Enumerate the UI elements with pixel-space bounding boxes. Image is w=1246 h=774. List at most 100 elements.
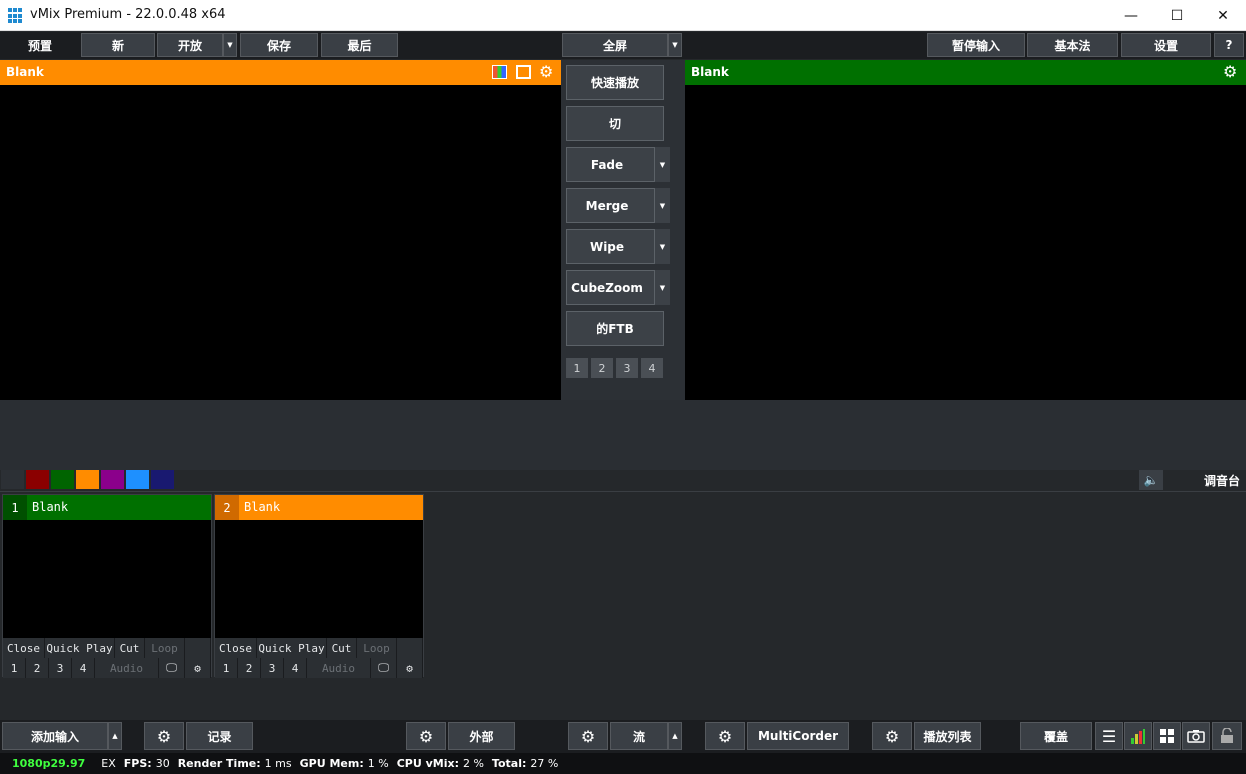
preview-pane-header: Blank ⚙ <box>0 60 561 85</box>
overlay-1-button[interactable]: 1 <box>215 658 238 678</box>
overlay-2-button[interactable]: 2 <box>238 658 261 678</box>
output-pane-header: Blank ⚙ <box>685 60 1246 85</box>
audio-mixer-button[interactable]: 调音台 <box>1164 470 1244 490</box>
output-video[interactable] <box>685 85 1246 400</box>
color-correction-icon[interactable] <box>492 65 507 79</box>
loop-input-button[interactable]: Loop <box>145 638 185 658</box>
settings-button[interactable]: 设置 <box>1121 33 1211 57</box>
add-input-dropdown-arrow[interactable]: ▲ <box>108 722 122 750</box>
transition-number-1[interactable]: 1 <box>566 358 588 378</box>
status-bar: 1080p29.97 EX FPS: 30 Render Time: 1 ms … <box>0 753 1246 774</box>
input-overlays: 1 2 3 4 Audio 🖵 ⚙ <box>215 658 423 678</box>
chevron-down-icon[interactable]: ▼ <box>654 188 670 223</box>
transition-number-3[interactable]: 3 <box>616 358 638 378</box>
new-button[interactable]: 新 <box>81 33 155 57</box>
maximize-button[interactable]: ☐ <box>1154 0 1200 31</box>
input-tile[interactable]: 2 Blank Close Quick Play Cut Loop 1 2 3 … <box>214 494 424 678</box>
overlay-button[interactable]: 覆盖 <box>1020 722 1092 750</box>
chevron-down-icon[interactable]: ▼ <box>654 229 670 264</box>
overlay-3-button[interactable]: 3 <box>49 658 72 678</box>
transition-number-2[interactable]: 2 <box>591 358 613 378</box>
cut-input-button[interactable]: Cut <box>327 638 357 658</box>
multicorder-button[interactable]: MultiCorder <box>747 722 849 750</box>
close-input-button[interactable]: Close <box>215 638 257 658</box>
color-swatch-purple[interactable] <box>101 470 124 489</box>
transition-cubezoom-button[interactable]: CubeZoom ▼ <box>566 270 670 305</box>
record-button[interactable]: 记录 <box>186 722 253 750</box>
input-header: 2 Blank <box>215 495 423 520</box>
transition-merge-button[interactable]: Merge ▼ <box>566 188 670 223</box>
preview-settings-gear-icon[interactable]: ⚙ <box>539 62 553 81</box>
transition-fade-label: Fade <box>590 157 624 172</box>
render-time-value: 1 ms <box>264 757 292 770</box>
lock-icon[interactable] <box>1212 722 1242 750</box>
transition-fade-button[interactable]: Fade ▼ <box>566 147 670 182</box>
fullscreen-dropdown-arrow[interactable]: ▼ <box>668 33 682 57</box>
speaker-icon[interactable]: 🔈 <box>1139 470 1163 490</box>
save-button[interactable]: 保存 <box>240 33 318 57</box>
external-settings-gear-icon[interactable]: ⚙ <box>406 722 446 750</box>
list-view-icon[interactable]: ☰ <box>1095 722 1123 750</box>
audio-levels-icon[interactable] <box>1124 722 1152 750</box>
stream-button[interactable]: 流 <box>610 722 668 750</box>
overlay-2-button[interactable]: 2 <box>26 658 49 678</box>
close-input-button[interactable]: Close <box>3 638 45 658</box>
cut-button[interactable]: 切 <box>566 106 664 141</box>
quick-play-input-button[interactable]: Quick Play <box>45 638 115 658</box>
overlay-3-button[interactable]: 3 <box>261 658 284 678</box>
close-button[interactable]: ✕ <box>1200 0 1246 31</box>
quick-play-input-button[interactable]: Quick Play <box>257 638 327 658</box>
input-settings-gear-icon[interactable]: ⚙ <box>397 658 423 678</box>
external-button[interactable]: 外部 <box>448 722 515 750</box>
ex-indicator: EX <box>101 757 116 770</box>
multiview-grid-icon[interactable] <box>1153 722 1181 750</box>
overlay-4-button[interactable]: 4 <box>72 658 95 678</box>
multicorder-settings-gear-icon[interactable]: ⚙ <box>705 722 745 750</box>
pause-input-button[interactable]: 暂停输入 <box>927 33 1025 57</box>
frame-icon[interactable] <box>516 65 531 79</box>
monitor-icon[interactable]: 🖵 <box>159 658 185 678</box>
monitor-icon[interactable]: 🖵 <box>371 658 397 678</box>
overlay-4-button[interactable]: 4 <box>284 658 307 678</box>
audio-button[interactable]: Audio <box>307 658 371 678</box>
open-button[interactable]: 开放 <box>157 33 223 57</box>
transition-wipe-button[interactable]: Wipe ▼ <box>566 229 670 264</box>
output-settings-gear-icon[interactable]: ⚙ <box>1223 62 1237 81</box>
record-settings-gear-icon[interactable]: ⚙ <box>144 722 184 750</box>
color-swatch-green[interactable] <box>51 470 74 489</box>
total-value: 27 % <box>530 757 559 770</box>
quick-play-button[interactable]: 快速播放 <box>566 65 664 100</box>
preview-button[interactable]: 预置 <box>2 33 78 57</box>
last-button[interactable]: 最后 <box>321 33 398 57</box>
minimize-button[interactable]: — <box>1108 0 1154 31</box>
loop-input-button[interactable]: Loop <box>357 638 397 658</box>
chevron-down-icon[interactable]: ▼ <box>654 147 670 182</box>
help-button[interactable]: ? <box>1214 33 1244 57</box>
input-overlays: 1 2 3 4 Audio 🖵 ⚙ <box>3 658 211 678</box>
color-swatch-none[interactable] <box>1 470 24 489</box>
playlist-settings-gear-icon[interactable]: ⚙ <box>872 722 912 750</box>
empty-control-slot <box>185 638 211 658</box>
snapshot-camera-icon[interactable] <box>1182 722 1210 750</box>
basic-button[interactable]: 基本法 <box>1027 33 1118 57</box>
color-swatch-orange[interactable] <box>76 470 99 489</box>
fullscreen-button[interactable]: 全屏 <box>562 33 668 57</box>
ftb-button[interactable]: 的FTB <box>566 311 664 346</box>
cut-input-button[interactable]: Cut <box>115 638 145 658</box>
input-name: Blank <box>244 500 281 514</box>
playlist-button[interactable]: 播放列表 <box>914 722 981 750</box>
add-input-button[interactable]: 添加输入 <box>2 722 108 750</box>
preview-video[interactable] <box>0 85 561 400</box>
color-swatch-blue[interactable] <box>126 470 149 489</box>
input-settings-gear-icon[interactable]: ⚙ <box>185 658 211 678</box>
color-swatch-red[interactable] <box>26 470 49 489</box>
stream-dropdown-arrow[interactable]: ▲ <box>668 722 682 750</box>
transition-number-4[interactable]: 4 <box>641 358 663 378</box>
audio-button[interactable]: Audio <box>95 658 159 678</box>
open-dropdown-arrow[interactable]: ▼ <box>223 33 237 57</box>
stream-settings-gear-icon[interactable]: ⚙ <box>568 722 608 750</box>
overlay-1-button[interactable]: 1 <box>3 658 26 678</box>
chevron-down-icon[interactable]: ▼ <box>654 270 670 305</box>
input-tile[interactable]: 1 Blank Close Quick Play Cut Loop 1 2 3 … <box>2 494 212 678</box>
color-swatch-navy[interactable] <box>151 470 174 489</box>
